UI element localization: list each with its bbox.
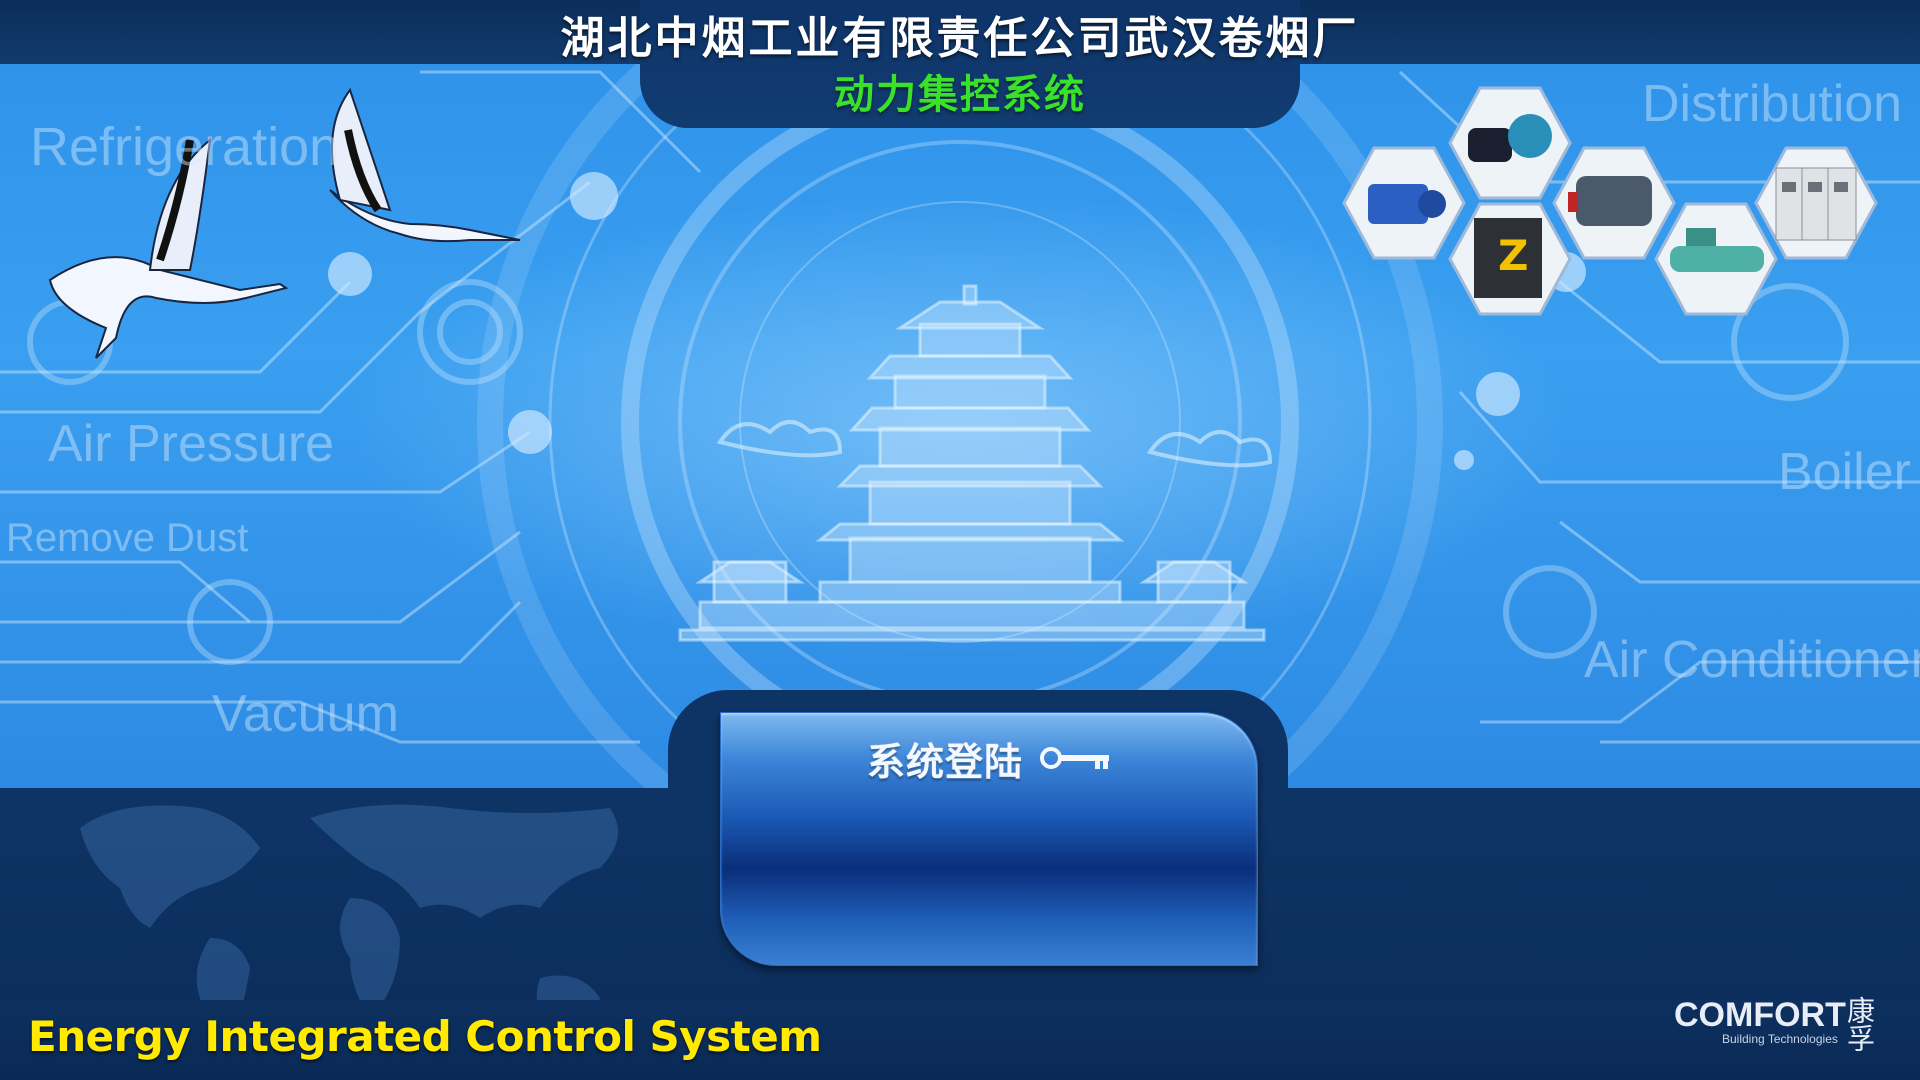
category-air-pressure: Air Pressure (48, 415, 335, 473)
key-icon (1040, 747, 1109, 769)
system-login-label: 系统登陆 (867, 740, 1024, 784)
company-title: 湖北中烟工业有限责任公司武汉卷烟厂 (560, 13, 1360, 64)
category-refrigeration: Refrigeration (30, 117, 340, 177)
compressor-icon: Z (1448, 202, 1572, 316)
switchgear-icon (1754, 146, 1878, 260)
brand-cn-mark: 康孚 (1843, 996, 1876, 1052)
pump-icon (1342, 146, 1466, 260)
brand-tagline: Building Technologies (1722, 1032, 1838, 1046)
brand-name: COMFORT (1674, 996, 1846, 1034)
water-pump-icon (1448, 86, 1572, 200)
chiller-icon (1654, 202, 1778, 316)
brand-logo: COMFORT Building Technologies 康孚 (1674, 996, 1884, 1066)
equipment-hexagons: Z (1342, 86, 1878, 316)
login-screen: 湖北中烟工业有限责任公司武汉卷烟厂 动力集控系统 Refrigeration A… (0, 0, 1920, 1080)
boiler-icon (1552, 146, 1676, 260)
category-remove-dust: Remove Dust (6, 516, 249, 560)
footer-slogan: Energy Integrated Control System (28, 1012, 822, 1061)
category-air-conditioner: Air Conditioner (1584, 631, 1920, 689)
category-vacuum: Vacuum (212, 685, 399, 743)
svg-text:Z: Z (1498, 231, 1528, 280)
category-boiler: Boiler (1778, 443, 1911, 501)
system-login-button[interactable]: 系统登陆 (720, 712, 1258, 966)
